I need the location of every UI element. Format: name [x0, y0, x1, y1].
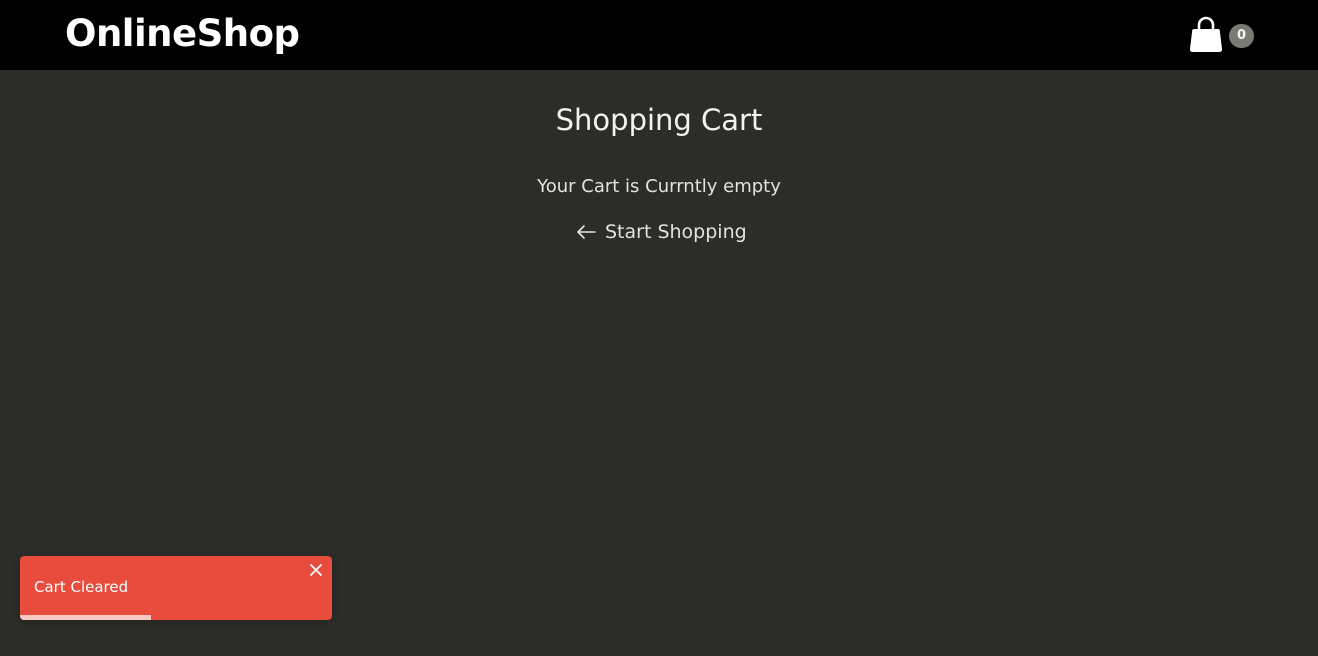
cart-button[interactable]: 0: [1188, 16, 1258, 56]
navbar: OnlineShop 0: [0, 0, 1318, 70]
close-icon[interactable]: [309, 563, 323, 577]
toast-notification: Cart Cleared: [20, 556, 332, 620]
page-title: Shopping Cart: [555, 103, 763, 137]
shopping-bag-icon: [1189, 16, 1223, 52]
empty-cart-message: Your Cart is Currntly empty: [537, 176, 781, 197]
start-shopping-link[interactable]: Start Shopping: [575, 218, 747, 246]
toast-message: Cart Cleared: [34, 578, 129, 596]
cart-count-badge: 0: [1229, 24, 1254, 48]
toast-progress-bar: [20, 615, 152, 620]
brand-logo[interactable]: OnlineShop: [65, 12, 300, 55]
start-shopping-label: Start Shopping: [605, 221, 747, 243]
arrow-left-icon: [577, 225, 596, 239]
